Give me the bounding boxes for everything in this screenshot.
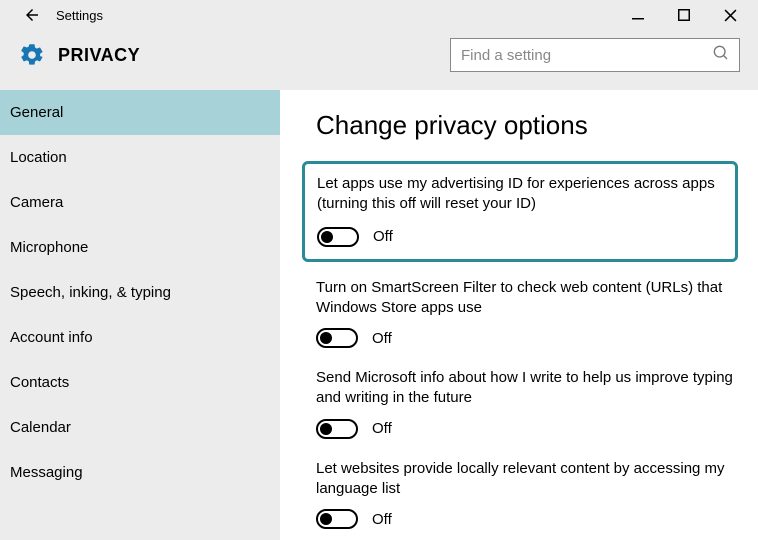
sidebar-item-speech-inking-typing[interactable]: Speech, inking, & typing [0, 270, 280, 315]
sidebar-item-location[interactable]: Location [0, 135, 280, 180]
toggle-row: Off [316, 328, 734, 348]
toggle-state-label: Off [372, 330, 392, 347]
toggle-state-label: Off [372, 420, 392, 437]
page-title: PRIVACY [58, 45, 140, 66]
toggle-switch[interactable] [317, 227, 359, 247]
content-heading: Change privacy options [316, 110, 734, 141]
window-controls [626, 3, 754, 27]
setting-block: Let websites provide locally relevant co… [316, 459, 734, 530]
sidebar-item-camera[interactable]: Camera [0, 180, 280, 225]
gear-icon [18, 41, 46, 69]
header: PRIVACY [0, 30, 758, 90]
close-icon [724, 9, 737, 22]
maximize-button[interactable] [672, 3, 696, 27]
setting-block: Send Microsoft info about how I write to… [316, 368, 734, 439]
window-title: Settings [56, 8, 103, 23]
setting-block: Turn on SmartScreen Filter to check web … [316, 278, 734, 349]
content-pane: Change privacy options Let apps use my a… [280, 90, 758, 540]
toggle-switch[interactable] [316, 509, 358, 529]
toggle-knob [321, 231, 333, 243]
sidebar-item-general[interactable]: General [0, 90, 280, 135]
toggle-row: Off [316, 509, 734, 529]
toggle-knob [320, 332, 332, 344]
search-input[interactable] [461, 47, 713, 64]
sidebar-item-messaging[interactable]: Messaging [0, 450, 280, 495]
title-bar: Settings [0, 0, 758, 30]
search-icon [713, 45, 729, 66]
search-box[interactable] [450, 38, 740, 72]
sidebar-item-microphone[interactable]: Microphone [0, 225, 280, 270]
minimize-button[interactable] [626, 3, 650, 27]
back-button[interactable] [18, 1, 46, 29]
maximize-icon [678, 9, 690, 21]
setting-description: Let apps use my advertising ID for exper… [317, 174, 723, 215]
sidebar: GeneralLocationCameraMicrophoneSpeech, i… [0, 90, 280, 540]
sidebar-item-contacts[interactable]: Contacts [0, 360, 280, 405]
arrow-left-icon [23, 6, 41, 24]
toggle-switch[interactable] [316, 328, 358, 348]
toggle-switch[interactable] [316, 419, 358, 439]
toggle-state-label: Off [373, 228, 393, 245]
highlighted-setting: Let apps use my advertising ID for exper… [302, 161, 738, 262]
toggle-row: Off [317, 227, 723, 247]
toggle-knob [320, 513, 332, 525]
setting-description: Send Microsoft info about how I write to… [316, 368, 734, 409]
close-button[interactable] [718, 3, 742, 27]
sidebar-item-account-info[interactable]: Account info [0, 315, 280, 360]
toggle-state-label: Off [372, 511, 392, 528]
minimize-icon [632, 9, 644, 21]
main-area: GeneralLocationCameraMicrophoneSpeech, i… [0, 90, 758, 540]
setting-description: Turn on SmartScreen Filter to check web … [316, 278, 734, 319]
setting-description: Let websites provide locally relevant co… [316, 459, 734, 500]
toggle-row: Off [316, 419, 734, 439]
toggle-knob [320, 423, 332, 435]
sidebar-item-calendar[interactable]: Calendar [0, 405, 280, 450]
